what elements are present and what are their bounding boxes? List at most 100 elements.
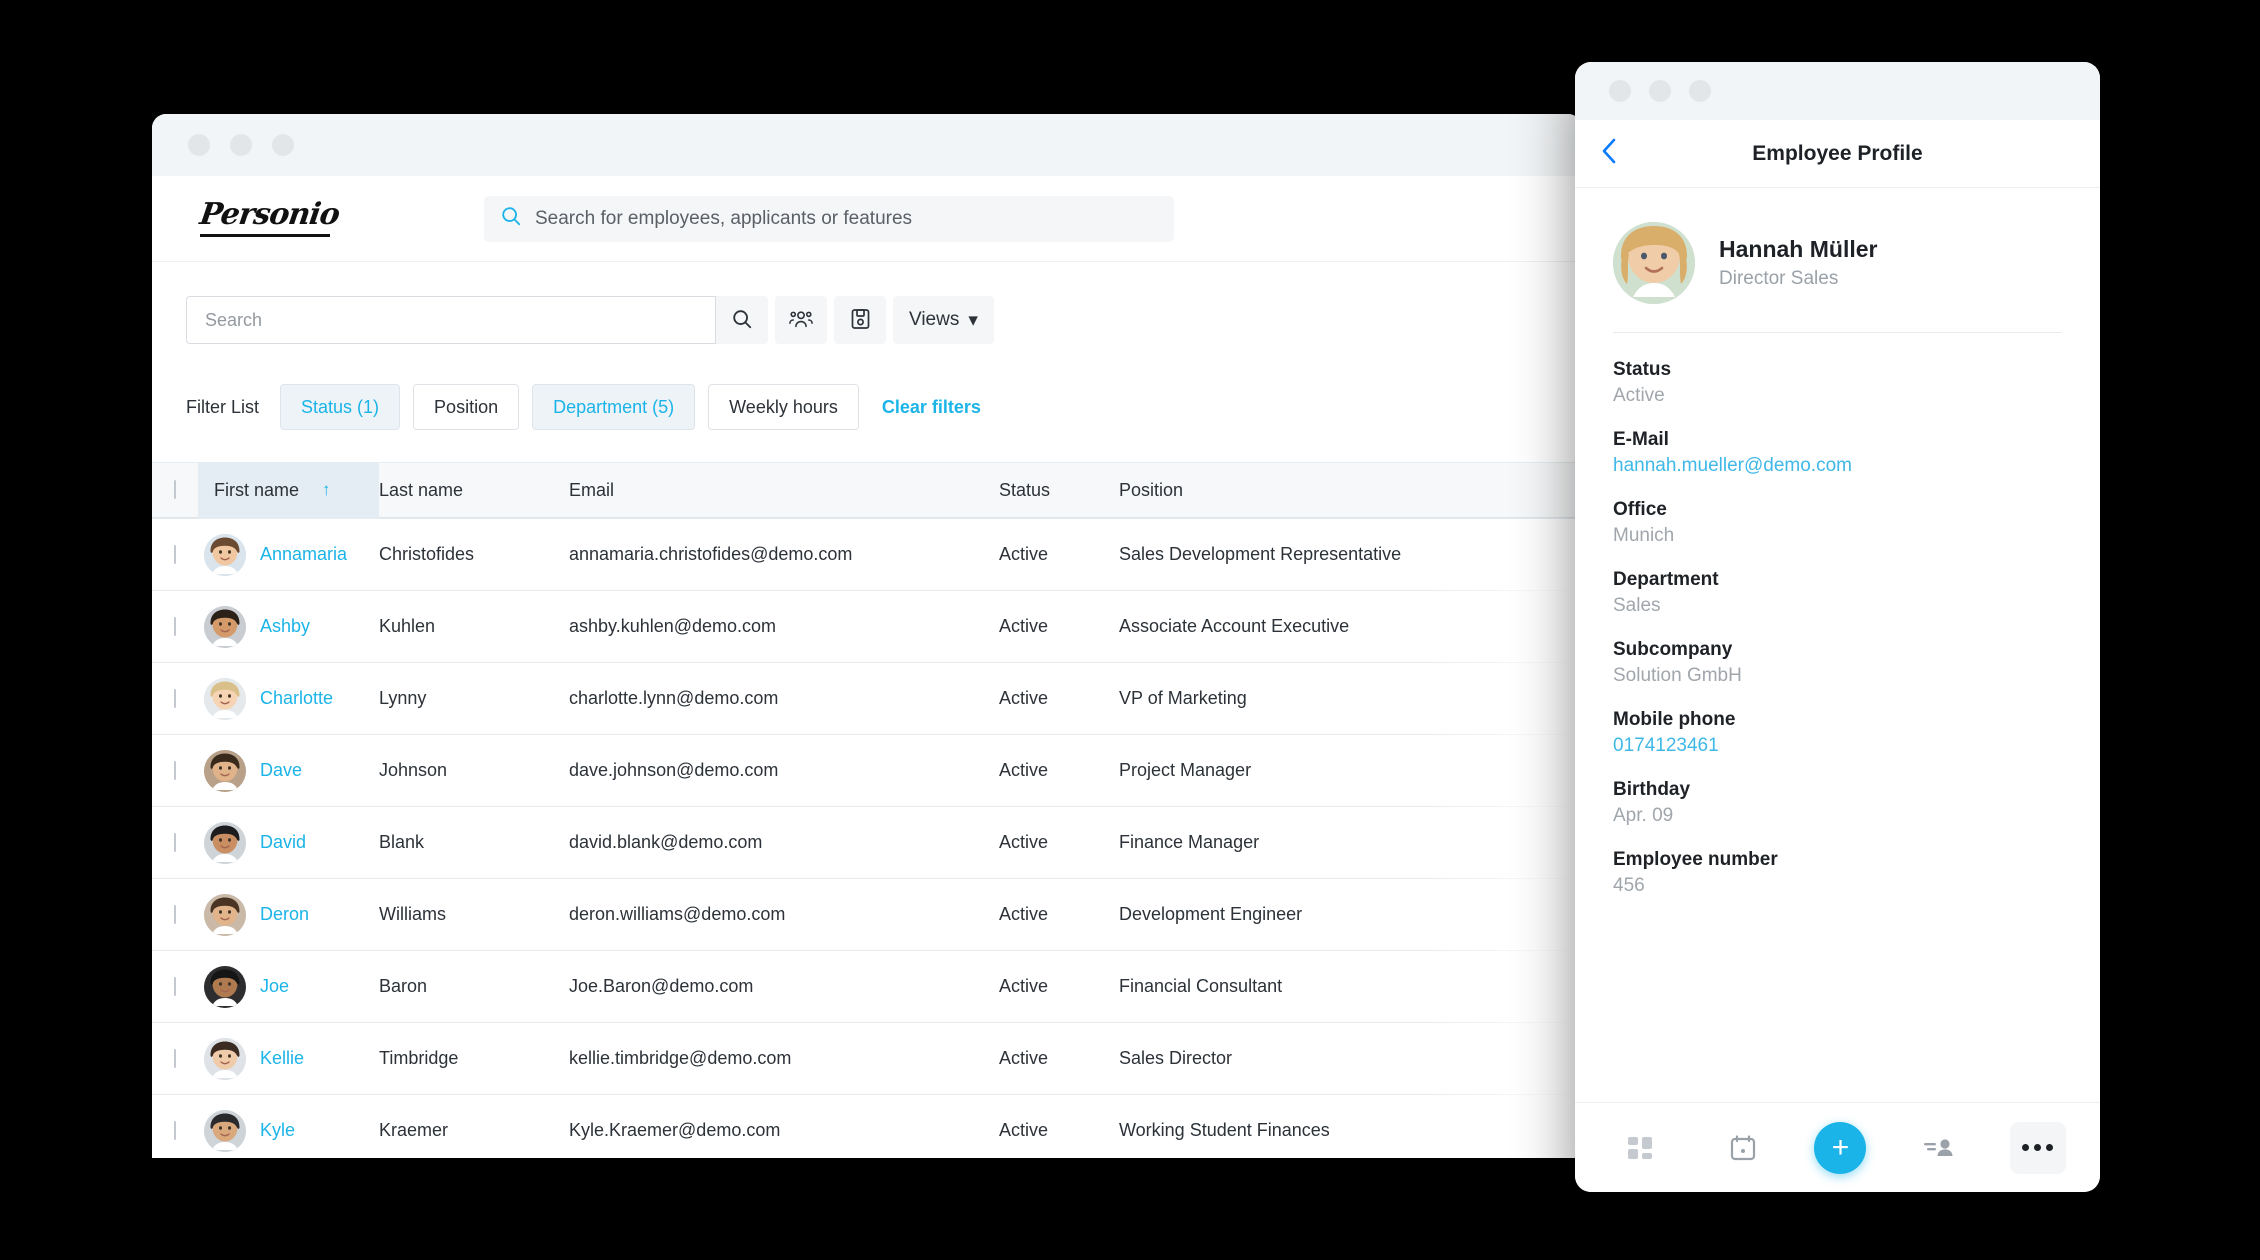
employee-link[interactable]: Kellie: [260, 1048, 304, 1069]
column-header-email[interactable]: Email: [569, 480, 999, 501]
global-search-placeholder: Search for employees, applicants or feat…: [535, 207, 913, 229]
row-select-cell: [152, 544, 204, 564]
field-value[interactable]: hannah.mueller@demo.com: [1613, 455, 2062, 477]
views-dropdown[interactable]: Views ▾: [893, 296, 994, 344]
dashboard-grid-icon[interactable]: [1609, 1122, 1671, 1174]
table-row[interactable]: Ashby Kuhlen ashby.kuhlen@demo.com Active As…: [152, 590, 1582, 662]
table-row[interactable]: Kyle Kraemer Kyle.Kraemer@demo.com Active Wo…: [152, 1094, 1582, 1158]
row-checkbox[interactable]: [174, 832, 176, 852]
row-select-cell: [152, 616, 204, 636]
field-label: E-Mail: [1613, 429, 1669, 450]
select-all-checkbox[interactable]: [174, 480, 176, 499]
status-cell: Active: [999, 688, 1049, 708]
profile-field: E-Mail hannah.mueller@demo.com: [1613, 429, 2062, 477]
group-button[interactable]: [775, 296, 827, 344]
table-row[interactable]: Deron Williams deron.williams@demo.com Acti…: [152, 878, 1582, 950]
row-checkbox[interactable]: [174, 688, 176, 708]
people-list-icon[interactable]: [1907, 1122, 1969, 1174]
employee-link[interactable]: Annamaria: [260, 544, 347, 565]
search-input[interactable]: [186, 296, 716, 344]
mobile-tabbar: +: [1575, 1102, 2100, 1192]
filter-list-label: Filter List: [186, 396, 260, 417]
row-checkbox[interactable]: [174, 904, 176, 924]
table-row[interactable]: Joe Baron Joe.Baron@demo.com Active Financia…: [152, 950, 1582, 1022]
profile-field: Birthday Apr. 09: [1613, 779, 2062, 827]
table-header-row: First name ↑ Last name Email Status Posi…: [152, 462, 1582, 518]
mobile-app-panel: Employee Profile Hannah Müller Director …: [1575, 62, 2100, 1192]
avatar-photo: [204, 1109, 246, 1152]
avatar-photo: [204, 677, 246, 720]
field-label: Office: [1613, 499, 1667, 520]
last-name-cell: Blank: [379, 832, 425, 852]
field-value: Active: [1613, 385, 1665, 406]
mobile-maximize-dot[interactable]: [1689, 80, 1711, 102]
position-cell: Financial Consultant: [1119, 976, 1283, 996]
window-minimize-dot[interactable]: [230, 134, 252, 156]
row-checkbox[interactable]: [174, 616, 176, 636]
save-button[interactable]: [834, 296, 886, 344]
column-header-first-name[interactable]: First name ↑: [198, 462, 379, 518]
column-label: Position: [1119, 479, 1184, 500]
table-row[interactable]: David Blank david.blank@demo.com Active Fina…: [152, 806, 1582, 878]
select-all-cell: [152, 480, 204, 499]
clear-filters-link[interactable]: Clear filters: [882, 397, 981, 418]
table-row[interactable]: Charlotte Lynny charlotte.lynn@demo.com Act…: [152, 662, 1582, 734]
row-select-cell: [152, 1120, 204, 1140]
status-cell: Active: [999, 1048, 1049, 1068]
global-search-field[interactable]: Search for employees, applicants or feat…: [484, 195, 1174, 242]
row-checkbox[interactable]: [174, 1120, 176, 1140]
field-value[interactable]: 0174123461: [1613, 735, 2062, 757]
employee-link[interactable]: Deron: [260, 904, 309, 925]
column-label: Last name: [379, 479, 464, 500]
row-checkbox[interactable]: [174, 760, 176, 780]
position-cell: Associate Account Executive: [1119, 616, 1350, 636]
table-row[interactable]: Annamaria Christofides annamaria.christofi…: [152, 518, 1582, 590]
row-checkbox[interactable]: [174, 544, 176, 564]
field-label: Status: [1613, 359, 1672, 380]
search-button[interactable]: [716, 296, 768, 344]
filter-chip[interactable]: Status (1): [280, 384, 401, 430]
column-header-status[interactable]: Status: [999, 480, 1119, 501]
mobile-close-dot[interactable]: [1609, 80, 1631, 102]
field-label: Birthday: [1613, 779, 1691, 800]
window-maximize-dot[interactable]: [272, 134, 294, 156]
avatar: [204, 893, 246, 936]
employee-table: First name ↑ Last name Email Status Posi…: [152, 462, 1582, 1158]
avatar-photo: [204, 965, 246, 1008]
employee-link[interactable]: Kyle: [260, 1120, 295, 1141]
row-checkbox[interactable]: [174, 1048, 176, 1068]
page-title: Employee Profile: [1752, 141, 1923, 165]
status-cell: Active: [999, 832, 1049, 852]
table-row[interactable]: Dave Johnson dave.johnson@demo.com Active Pr…: [152, 734, 1582, 806]
employee-link[interactable]: Dave: [260, 760, 302, 781]
email-cell: deron.williams@demo.com: [569, 904, 786, 924]
avatar-photo: [204, 533, 246, 576]
calendar-icon[interactable]: [1712, 1122, 1774, 1174]
personio-logo[interactable]: Personio: [197, 197, 350, 237]
window-close-dot[interactable]: [188, 134, 210, 156]
employee-link[interactable]: David: [260, 832, 306, 853]
table-row[interactable]: Kellie Timbridge kellie.timbridge@demo.com…: [152, 1022, 1582, 1094]
column-header-last-name[interactable]: Last name: [379, 480, 569, 501]
filter-chip[interactable]: Position: [413, 384, 520, 430]
views-label: Views: [909, 309, 960, 330]
filter-chip[interactable]: Weekly hours: [708, 384, 859, 430]
avatar: [204, 749, 246, 792]
list-toolbar: Views ▾: [152, 262, 1582, 344]
employee-link[interactable]: Charlotte: [260, 688, 333, 709]
logo-text: Personio: [197, 197, 342, 232]
position-cell: Project Manager: [1119, 760, 1252, 780]
chevron-left-icon[interactable]: [1601, 137, 1618, 171]
filter-chip[interactable]: Department (5): [532, 384, 696, 430]
profile-body: Hannah Müller Director Sales Status Activ…: [1575, 188, 2100, 897]
sort-ascending-icon: ↑: [322, 480, 331, 499]
mobile-minimize-dot[interactable]: [1649, 80, 1671, 102]
employee-link[interactable]: Joe: [260, 976, 289, 997]
more-dots-icon[interactable]: [2009, 1121, 2066, 1174]
add-plus-icon[interactable]: +: [1814, 1121, 1867, 1174]
row-select-cell: [152, 904, 204, 924]
floppy-disk-icon: [850, 308, 871, 333]
column-header-position[interactable]: Position: [1119, 480, 1582, 501]
employee-link[interactable]: Ashby: [260, 616, 310, 637]
row-checkbox[interactable]: [174, 976, 176, 996]
